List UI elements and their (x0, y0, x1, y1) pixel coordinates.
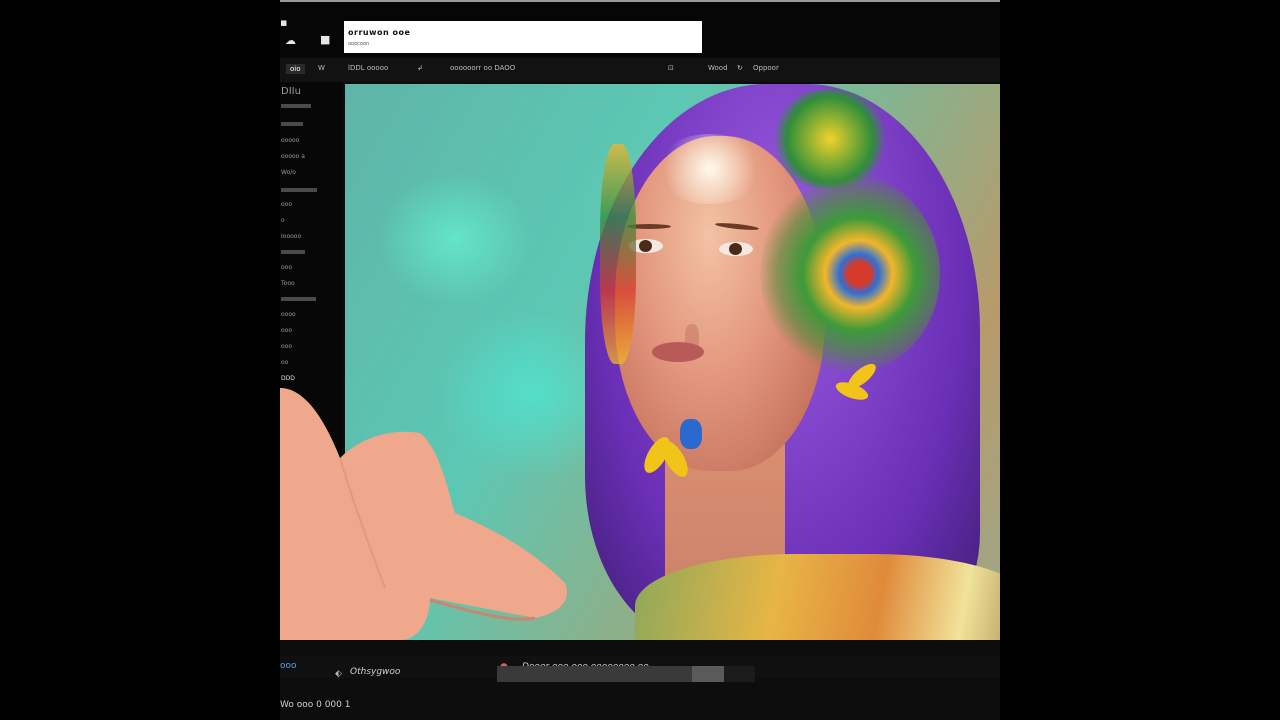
tab-2[interactable]: W (318, 64, 325, 72)
footer-text: Wo ooo 0 000 1 (280, 700, 351, 710)
address-bar[interactable]: orruwon ooe ooocoon (344, 21, 702, 53)
toolbar-item-3[interactable]: Wood (708, 64, 728, 72)
progress-fill (497, 666, 725, 682)
sidebar-item[interactable]: ooooo (281, 138, 299, 144)
right-eye (719, 242, 753, 256)
square-icon[interactable]: ■ (320, 33, 330, 46)
app-window: ▪ ☁ ■ orruwon ooe ooocoon oio W lDDL ooo… (280, 0, 1000, 720)
sidebar-item[interactable]: Iooooo (281, 234, 301, 240)
sidebar-item[interactable]: DIIu (281, 86, 301, 98)
sidebar-item[interactable]: o (281, 218, 285, 224)
crop-icon[interactable]: ⊡ (668, 64, 674, 72)
portrait-dress (635, 554, 1000, 640)
pin-icon[interactable]: ↲ (417, 64, 423, 72)
progress-handle[interactable] (692, 666, 725, 682)
pointing-hand (280, 388, 567, 640)
forehead-highlight (655, 134, 765, 204)
bottom-left-label[interactable]: ooo (280, 661, 297, 671)
sidebar-item[interactable]: ooooo a (281, 154, 305, 160)
sidebar-item[interactable]: Wo/o (281, 170, 296, 176)
sidebar-item[interactable]: ooo (281, 202, 292, 208)
sidebar-item[interactable]: ooo (281, 265, 292, 271)
toolbar-item-1[interactable]: lDDL ooooo (348, 64, 388, 72)
flower-crown (770, 89, 890, 189)
tab-1[interactable]: oio (286, 64, 305, 74)
flower-cluster (760, 174, 940, 374)
sidebar-item[interactable]: ooo (281, 344, 292, 350)
toolbar-item-2[interactable]: oooooorr oo DAOO (450, 64, 515, 72)
caption-text: Othsygwoo (350, 667, 401, 677)
sidebar-item[interactable] (281, 104, 311, 108)
progress-bar[interactable] (497, 666, 755, 682)
sidebar-item[interactable] (281, 297, 316, 301)
toolbar: oio W lDDL ooooo ↲ oooooorr oo DAOO ⊡ Wo… (280, 58, 1000, 82)
cloud-icon[interactable]: ☁ (285, 34, 296, 47)
toolbar-item-4[interactable]: Oppoor (753, 64, 779, 72)
sidebar-item[interactable]: Tooo (281, 281, 295, 287)
sidebar-item[interactable] (281, 122, 303, 126)
sidebar-item[interactable] (281, 188, 317, 192)
leaf-icon: ⬖ (335, 669, 342, 679)
earring (680, 419, 702, 449)
sidebar-item[interactable]: oo (281, 360, 288, 366)
rotate-icon[interactable]: ↻ (737, 64, 743, 72)
flower-vine (600, 144, 636, 364)
sidebar-item[interactable] (281, 250, 305, 254)
sidebar-item[interactable]: DDD (281, 376, 295, 382)
address-text: orruwon ooe (348, 28, 411, 37)
address-subtext: ooocoon (348, 41, 370, 47)
portrait-lips (652, 342, 704, 362)
sidebar-item[interactable]: oooo (281, 312, 296, 318)
title-bar: ▪ ☁ ■ orruwon ooe ooocoon (280, 2, 1000, 58)
sidebar-item[interactable]: ooo (281, 328, 292, 334)
window-menu-icon[interactable]: ▪ (280, 16, 287, 29)
